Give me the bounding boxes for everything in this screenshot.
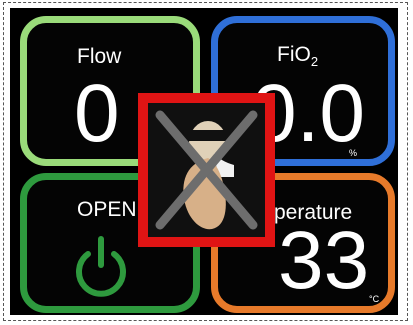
temperature-unit: °C [369,294,380,304]
power-icon[interactable] [71,235,131,299]
fio2-label: FiO2 [277,43,319,69]
open-label: OPEN [77,198,137,221]
fio2-unit: % [349,148,358,158]
flow-label: Flow [77,45,122,68]
no-entry-person-icon [155,110,258,230]
flow-value: 0 [74,68,120,159]
device-screen: Flow 0 FiO2 0.0 % OPEN perature 33 °C [10,8,398,315]
no-person-overlay [138,93,275,247]
temperature-value: 33 [278,215,370,306]
